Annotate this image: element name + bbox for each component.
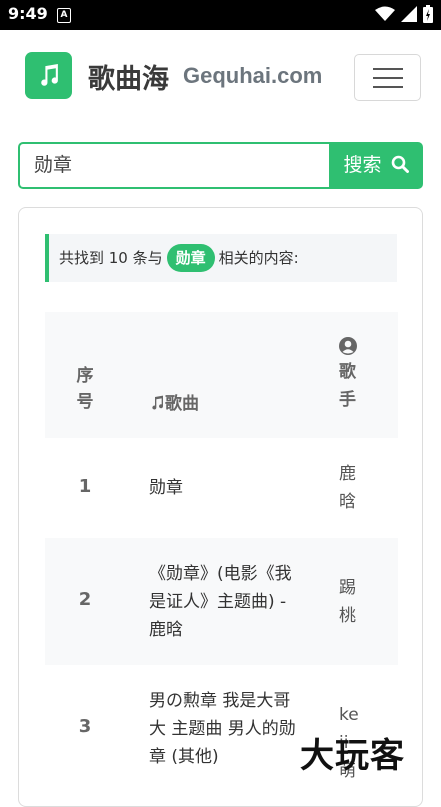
row-singer[interactable]: 鹿晗: [339, 460, 361, 516]
site-logo[interactable]: [25, 52, 72, 99]
result-suffix: 相关的内容:: [218, 249, 299, 267]
row-song-link[interactable]: 《勋章》(电影《我是证人》主题曲) - 鹿晗: [149, 560, 297, 644]
row-index: 3: [78, 716, 92, 737]
status-bar: 9:49 A: [0, 0, 441, 30]
search-bar: 勋章 搜索: [18, 142, 423, 189]
search-icon: [391, 155, 409, 173]
battery-icon: [423, 5, 433, 23]
user-circle-icon: [339, 337, 357, 355]
row-singer[interactable]: 踢桃: [339, 574, 361, 630]
header-singer: 歌手: [339, 336, 361, 414]
table-row[interactable]: 2 《勋章》(电影《我是证人》主题曲) - 鹿晗 踢桃: [45, 538, 398, 665]
header-song-label: 歌曲: [165, 394, 199, 414]
menu-toggle-button[interactable]: [354, 54, 421, 101]
search-input[interactable]: 勋章: [18, 142, 330, 189]
wifi-icon: [375, 6, 395, 21]
status-icons: [375, 5, 433, 23]
results-table: 序号 歌曲 歌手 1 勋章 鹿晗 2 《勋章》(电影《我是证人》主题曲) - 鹿…: [45, 312, 398, 792]
row-song-link[interactable]: 勋章: [149, 474, 297, 502]
hamburger-icon: [373, 68, 403, 70]
notification-icon: A: [57, 8, 71, 23]
results-card: 共找到 10 条与 勋章 相关的内容: 序号 歌曲 歌手 1 勋章 鹿晗 2 《…: [18, 207, 423, 807]
header-index-label: 序号: [76, 366, 94, 412]
result-prefix: 共找到 10 条与: [59, 249, 163, 267]
row-index: 2: [78, 589, 92, 610]
search-button-label: 搜索: [343, 154, 382, 176]
hamburger-line: [373, 86, 403, 88]
status-time: 9:49: [8, 4, 48, 23]
site-header: 歌曲海 Gequhai.com: [0, 30, 441, 128]
result-summary: 共找到 10 条与 勋章 相关的内容:: [45, 234, 397, 282]
row-song-link[interactable]: 男の勲章 我是大哥大 主题曲 男人的勋章 (其他): [149, 687, 297, 771]
header-singer-label: 歌手: [339, 362, 356, 410]
music-note-icon: [41, 64, 58, 86]
header-song: 歌曲: [149, 390, 297, 418]
table-row[interactable]: 1 勋章 鹿晗: [45, 438, 398, 538]
brand-domain[interactable]: Gequhai.com: [183, 63, 322, 89]
search-button[interactable]: 搜索: [329, 142, 423, 189]
keyword-badge: 勋章: [166, 244, 215, 272]
music-icon: [152, 395, 164, 410]
header-index: 序号: [45, 363, 125, 415]
hamburger-line: [373, 77, 403, 79]
row-index: 1: [78, 476, 92, 497]
table-header: 序号 歌曲 歌手: [45, 312, 398, 438]
brand-title[interactable]: 歌曲海: [88, 57, 169, 96]
watermark: 大玩客: [300, 736, 405, 776]
signal-icon: [401, 6, 417, 22]
